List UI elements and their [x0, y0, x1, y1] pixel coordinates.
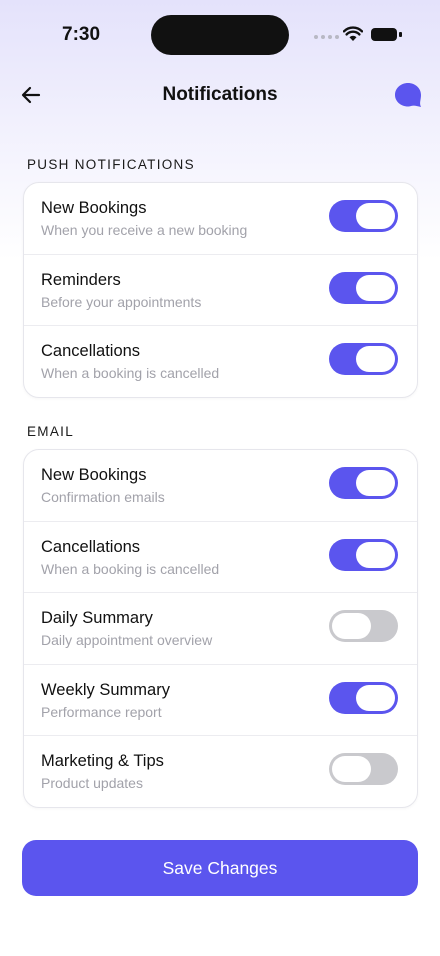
setting-title: Cancellations: [41, 342, 141, 360]
toggle-knob: [332, 613, 371, 639]
toggle-knob: [332, 756, 371, 782]
setting-subtitle: When you receive a new booking: [41, 222, 248, 238]
toggle-email-cancellations[interactable]: [329, 538, 398, 571]
setting-subtitle: When a booking is cancelled: [41, 560, 220, 577]
toggle-push-reminders[interactable]: [329, 271, 398, 304]
setting-row-push-cancellations: Cancellations When a booking is cancelle…: [24, 326, 417, 397]
toggle-knob: [356, 203, 395, 229]
setting-title: New Bookings: [41, 199, 147, 217]
setting-title: Cancellations: [41, 537, 141, 556]
toggle-knob: [356, 274, 395, 301]
status-bar: 7:30: [0, 0, 440, 70]
status-time: 7:30: [62, 24, 101, 45]
setting-subtitle: Confirmation emails: [41, 489, 165, 505]
battery-icon: [371, 28, 397, 41]
toggle-knob: [356, 470, 395, 496]
setting-row-email-daily-summary: Daily Summary Daily appointment overview: [24, 593, 417, 665]
setting-title: New Bookings: [41, 466, 147, 484]
toggle-email-new-bookings[interactable]: [329, 467, 398, 499]
toggle-email-weekly-summary[interactable]: [329, 681, 398, 714]
toggle-email-marketing-tips[interactable]: [329, 753, 398, 785]
email-card: New Bookings Confirmation emails Cancell…: [23, 449, 418, 808]
battery-tip: [399, 32, 402, 37]
toggle-knob: [356, 346, 395, 372]
setting-subtitle: When a booking is cancelled: [41, 365, 220, 381]
header: Notifications: [0, 74, 440, 116]
signal-icon: [314, 35, 339, 39]
setting-title: Reminders: [41, 270, 121, 289]
setting-row-email-cancellations: Cancellations When a booking is cancelle…: [24, 522, 417, 593]
toggle-push-cancellations[interactable]: [329, 343, 398, 375]
setting-row-email-new-bookings: New Bookings Confirmation emails: [24, 450, 417, 522]
save-changes-button[interactable]: Save Changes: [22, 840, 418, 896]
toggle-knob: [356, 684, 395, 711]
section-label-push: PUSH NOTIFICATIONS: [27, 157, 195, 172]
page-title: Notifications: [162, 84, 278, 105]
dynamic-island: [151, 15, 289, 55]
setting-subtitle: Product updates: [41, 775, 143, 791]
setting-title: Marketing & Tips: [41, 752, 164, 770]
setting-subtitle: Daily appointment overview: [41, 632, 213, 648]
push-notifications-card: New Bookings When you receive a new book…: [23, 182, 418, 398]
setting-row-push-new-bookings: New Bookings When you receive a new book…: [24, 183, 417, 255]
setting-row-email-weekly-summary: Weekly Summary Performance report: [24, 665, 417, 736]
setting-row-push-reminders: Reminders Before your appointments: [24, 255, 417, 326]
setting-subtitle: Performance report: [41, 703, 162, 720]
section-label-email: EMAIL: [27, 424, 75, 439]
toggle-knob: [356, 541, 395, 568]
chat-bubble-icon[interactable]: [394, 82, 422, 108]
toggle-email-daily-summary[interactable]: [329, 610, 398, 642]
setting-row-email-marketing-tips: Marketing & Tips Product updates: [24, 736, 417, 807]
toggle-push-new-bookings[interactable]: [329, 200, 398, 232]
setting-title: Daily Summary: [41, 609, 153, 627]
setting-title: Weekly Summary: [41, 680, 170, 699]
wifi-icon: [343, 26, 363, 41]
setting-subtitle: Before your appointments: [41, 293, 202, 310]
